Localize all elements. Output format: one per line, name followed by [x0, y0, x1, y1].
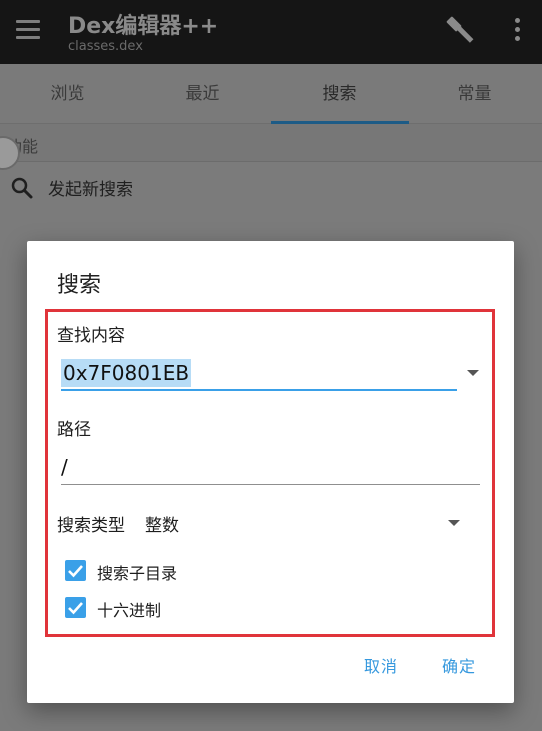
tab-constants[interactable]: 常量	[407, 64, 542, 124]
check-icon	[68, 602, 83, 615]
dialog-title: 搜索	[57, 273, 102, 298]
tab-search[interactable]: 搜索	[272, 64, 407, 124]
tab-browse[interactable]: 浏览	[0, 64, 135, 124]
cancel-button[interactable]: 取消	[364, 653, 398, 677]
hammer-icon[interactable]	[444, 14, 476, 46]
find-input-underline	[61, 389, 457, 391]
path-label: 路径	[57, 420, 91, 440]
section-header: 功能	[0, 124, 542, 162]
new-search-label: 发起新搜索	[48, 180, 133, 200]
hex-checkbox[interactable]	[65, 597, 86, 618]
search-type-select[interactable]: 整数	[145, 511, 179, 536]
subdirectory-checkbox[interactable]	[65, 560, 86, 581]
path-input[interactable]: /	[61, 455, 68, 479]
app-bar: Dex编辑器++ classes.dex	[0, 0, 542, 64]
tab-bar: 浏览 最近 搜索 常量	[0, 64, 542, 124]
new-search-item[interactable]: 发起新搜索	[0, 162, 542, 212]
find-history-dropdown-icon[interactable]	[467, 370, 479, 376]
find-input[interactable]: 0x7F0801EB	[61, 359, 192, 387]
search-icon	[11, 177, 33, 199]
hex-checkbox-label: 十六进制	[97, 601, 162, 620]
check-icon	[68, 565, 83, 578]
app-subtitle: classes.dex	[68, 39, 143, 54]
search-dialog: 搜索 查找内容 0x7F0801EB 路径 / 搜索类型 整数 搜索子目录 十六…	[27, 241, 514, 703]
ok-button[interactable]: 确定	[442, 653, 476, 677]
app-title: Dex编辑器++	[68, 14, 219, 39]
subdirectory-checkbox-label: 搜索子目录	[97, 564, 178, 583]
overflow-menu-icon[interactable]	[514, 18, 522, 44]
search-type-dropdown-icon[interactable]	[448, 520, 460, 526]
menu-icon[interactable]	[16, 20, 40, 40]
search-type-label: 搜索类型	[57, 516, 125, 536]
tab-recent[interactable]: 最近	[135, 64, 270, 124]
path-input-underline	[61, 484, 480, 485]
find-label: 查找内容	[57, 326, 125, 346]
